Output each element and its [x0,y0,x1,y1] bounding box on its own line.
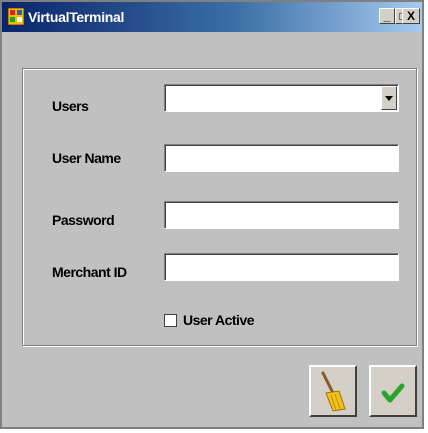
password-label: Password [52,212,115,228]
minimize-button[interactable]: _ [379,8,395,24]
user-active-label[interactable]: User Active [183,312,255,328]
virtual-terminal-window: VirtualTerminal _ □ X Users User Name Pa… [0,0,424,429]
title-bar[interactable]: VirtualTerminal _ □ [2,2,422,32]
clear-button[interactable] [309,365,357,417]
username-label: User Name [52,150,121,166]
checkmark-icon [381,383,405,403]
dropdown-button[interactable] [381,86,397,110]
merchant-id-field[interactable] [164,253,399,281]
username-field[interactable] [164,144,399,172]
confirm-button[interactable] [369,365,417,417]
users-label: Users [52,98,89,114]
password-field[interactable] [164,201,399,229]
user-active-checkbox[interactable] [164,314,177,327]
app-icon [8,8,24,25]
password-input[interactable] [165,202,398,228]
users-dropdown[interactable] [164,84,399,112]
merchant-id-label: Merchant ID [52,264,127,280]
close-button[interactable]: X [402,8,420,24]
chevron-down-icon [385,96,393,101]
username-input[interactable] [165,145,398,171]
window-title: VirtualTerminal [28,9,125,25]
broom-icon [321,371,346,412]
merchant-id-input[interactable] [165,254,398,280]
